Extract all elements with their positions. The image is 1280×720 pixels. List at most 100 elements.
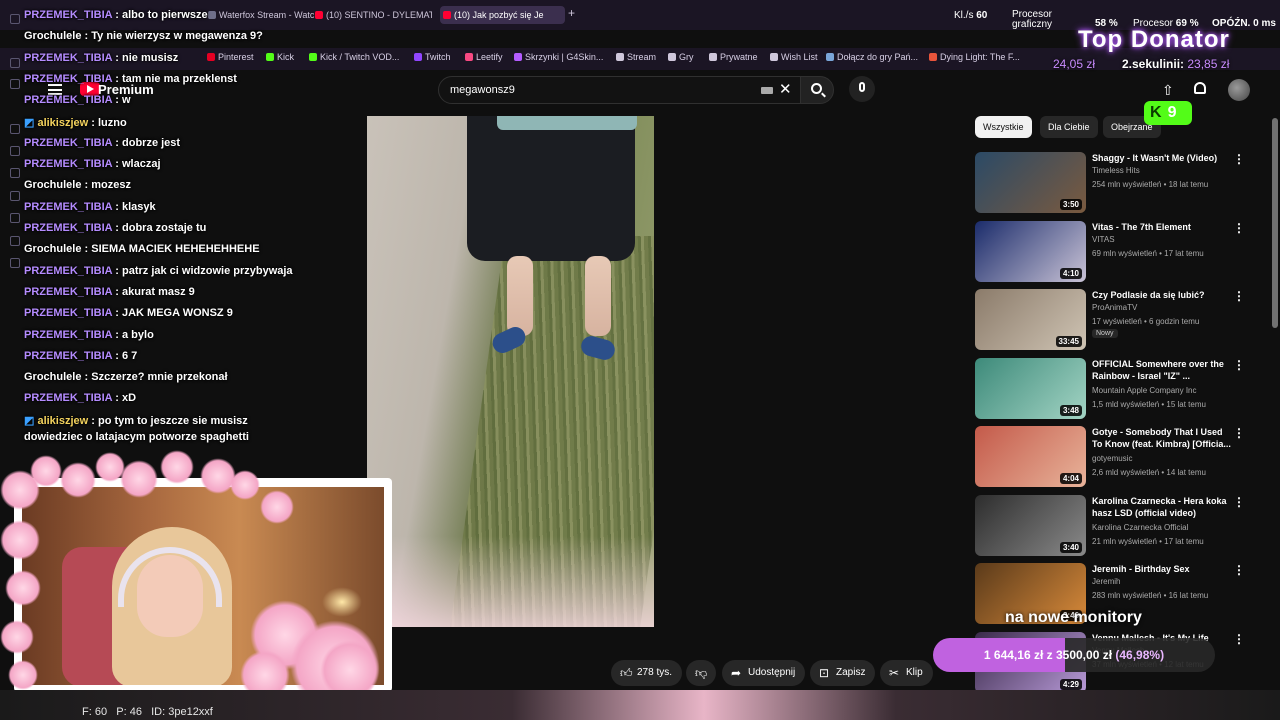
channel-name[interactable]: VITAS bbox=[1092, 235, 1115, 244]
upload-icon[interactable]: ⇧ bbox=[1162, 82, 1174, 99]
save-button[interactable]: ⊡ Zapisz bbox=[810, 660, 876, 686]
recommended-video[interactable]: 3:48 OFFICIAL Somewhere over the Rainbow … bbox=[975, 357, 1255, 420]
channel-name[interactable]: Timeless Hits bbox=[1092, 166, 1140, 175]
dislike-button[interactable]: 👎︎ bbox=[686, 660, 716, 686]
more-options-icon[interactable]: ⋮ bbox=[1233, 358, 1245, 372]
video-title[interactable]: OFFICIAL Somewhere over the Rainbow - Is… bbox=[1092, 358, 1232, 382]
save-label: Zapisz bbox=[836, 667, 866, 678]
more-options-icon[interactable]: ⋮ bbox=[1233, 563, 1245, 577]
more-options-icon[interactable]: ⋮ bbox=[1233, 632, 1245, 646]
channel-name[interactable]: Mountain Apple Company Inc bbox=[1092, 386, 1197, 395]
share-icon: ➦ bbox=[731, 666, 742, 680]
chip-all[interactable]: Wszystkie bbox=[975, 116, 1032, 138]
bookmark-item[interactable]: Dying Light: The F... bbox=[929, 52, 1020, 62]
bookmark-item[interactable]: Dołącz do gry Pań... bbox=[826, 52, 918, 62]
chip-for-you[interactable]: Dla Ciebie bbox=[1040, 116, 1098, 138]
chat-text: albo to pierwsze bbox=[122, 9, 208, 21]
sidebar-icon[interactable] bbox=[10, 191, 20, 201]
video-thumbnail[interactable]: 4:04 bbox=[975, 426, 1086, 487]
channel-name[interactable]: gotyemusic bbox=[1092, 454, 1132, 463]
channel-name[interactable]: ProAnimaTV bbox=[1092, 303, 1137, 312]
browser-tab[interactable]: (10) SENTINO - DYLEMAT bbox=[312, 6, 432, 24]
chat-text: tam nie ma przeklenst bbox=[122, 72, 237, 85]
more-options-icon[interactable]: ⋮ bbox=[1233, 289, 1245, 303]
sidebar-icon[interactable] bbox=[10, 79, 20, 89]
clear-icon[interactable]: ✕ bbox=[779, 80, 792, 98]
video-player[interactable] bbox=[367, 116, 654, 627]
bookmark-item[interactable]: Kick bbox=[266, 52, 294, 62]
chat-username: Grochulele bbox=[24, 371, 82, 384]
recommended-video[interactable]: 3:50 Shaggy - It Wasn't Me (Video) Timeles… bbox=[975, 152, 1255, 214]
sidebar-icon[interactable] bbox=[10, 236, 20, 246]
chat-text: dobra zostaje tu bbox=[122, 222, 207, 234]
video-thumbnail[interactable]: 3:40 bbox=[975, 494, 1086, 556]
search-icon bbox=[811, 83, 822, 94]
chat-username: alikiszjew bbox=[37, 414, 89, 427]
cherry-blossom-decoration bbox=[60, 462, 96, 498]
browser-tab[interactable]: (10) Jak pozbyć się Je bbox=[440, 6, 565, 24]
bookmark-item[interactable]: Skrzynki | G4Skin... bbox=[514, 52, 603, 62]
video-duration: 33:45 bbox=[1055, 336, 1082, 347]
bookmark-item[interactable]: Kick / Twitch VOD... bbox=[309, 52, 399, 62]
chat-text: Ty nie wierzysz w megawenza 9? bbox=[91, 30, 263, 43]
bookmark-icon bbox=[309, 53, 317, 61]
browser-tab[interactable]: Waterfox Stream - Watch bbox=[205, 6, 315, 24]
video-thumbnail[interactable]: 3:50 bbox=[975, 152, 1086, 213]
more-options-icon[interactable]: ⋮ bbox=[1233, 495, 1245, 509]
video-thumbnail[interactable]: 4:10 bbox=[975, 220, 1086, 282]
more-options-icon[interactable]: ⋮ bbox=[1233, 426, 1245, 440]
video-title[interactable]: Vitas - The 7th Element bbox=[1092, 221, 1232, 233]
video-title[interactable]: Shaggy - It Wasn't Me (Video) bbox=[1092, 152, 1232, 164]
clip-button[interactable]: ✂ Klip bbox=[880, 660, 933, 686]
sidebar-icon[interactable] bbox=[10, 124, 20, 134]
channel-name[interactable]: Karolina Czarnecka Official bbox=[1092, 523, 1188, 532]
video-title[interactable]: Czy Podlasie da się lubić? bbox=[1092, 289, 1232, 301]
search-input[interactable]: megawonsz9 ✕ bbox=[438, 76, 801, 104]
recommended-video[interactable]: 4:10 Vitas - The 7th Element VITAS 69 mln w… bbox=[975, 220, 1255, 283]
scrollbar[interactable] bbox=[1272, 118, 1278, 328]
avatar[interactable] bbox=[1228, 79, 1250, 101]
chat-username: PRZEMEK_TIBIA bbox=[24, 136, 113, 149]
search-button[interactable] bbox=[800, 76, 834, 104]
recommended-video[interactable]: 3:40 Karolina Czarnecka - Hera koka hasz … bbox=[975, 494, 1255, 557]
more-options-icon[interactable]: ⋮ bbox=[1233, 221, 1245, 235]
voice-search-button[interactable] bbox=[849, 76, 875, 102]
video-thumbnail[interactable]: 33:45 bbox=[975, 289, 1086, 350]
chat-username: PRZEMEK_TIBIA bbox=[24, 200, 113, 213]
like-count: 278 tys. bbox=[637, 667, 673, 678]
bookmark-item[interactable]: Wish List bbox=[770, 52, 818, 62]
chat-message: PRZEMEK_TIBIA : 6 7 bbox=[24, 349, 138, 362]
sidebar-icon[interactable] bbox=[10, 14, 20, 24]
bookmark-item[interactable]: Twitch bbox=[414, 52, 451, 62]
like-button[interactable]: 👍︎ 278 tys. bbox=[611, 660, 683, 686]
bookmark-item[interactable]: Pinterest bbox=[207, 52, 254, 62]
chat-username: PRZEMEK_TIBIA bbox=[24, 9, 113, 21]
recommended-video[interactable]: 33:45 Czy Podlasie da się lubić? ProAnimaT… bbox=[975, 289, 1255, 351]
sidebar-icon[interactable] bbox=[10, 213, 20, 223]
bookmark-item[interactable]: Stream bbox=[616, 52, 656, 62]
bookmark-item[interactable]: Prywatne bbox=[709, 52, 758, 62]
sidebar-icon[interactable] bbox=[10, 258, 20, 268]
chat-message: PRZEMEK_TIBIA : dobra zostaje tu bbox=[24, 222, 207, 234]
video-title[interactable]: Gotye - Somebody That I Used To Know (fe… bbox=[1092, 426, 1232, 450]
share-button[interactable]: ➦ Udostępnij bbox=[722, 660, 806, 686]
sidebar-icon[interactable] bbox=[10, 146, 20, 156]
keyboard-icon[interactable] bbox=[761, 87, 773, 94]
bookmark-item[interactable]: Leetify bbox=[465, 52, 503, 62]
top-donator-title: Top Donator bbox=[1078, 26, 1230, 53]
recommended-video[interactable]: 4:04 Gotye - Somebody That I Used To Know… bbox=[975, 426, 1255, 488]
video-title[interactable]: Karolina Czarnecka - Hera koka hasz LSD … bbox=[1092, 495, 1232, 519]
video-meta: 2,6 mld wyświetleń • 14 lat temu bbox=[1092, 468, 1206, 477]
bookmark-item[interactable]: Gry bbox=[668, 52, 694, 62]
bookmark-label: Twitch bbox=[425, 52, 451, 62]
cherry-blossom-decoration bbox=[30, 455, 62, 487]
video-thumbnail[interactable]: 3:48 bbox=[975, 357, 1086, 419]
cherry-blossom-decoration bbox=[230, 470, 260, 500]
sidebar-icon[interactable] bbox=[10, 168, 20, 178]
sidebar-icon[interactable] bbox=[10, 58, 20, 68]
video-title[interactable]: Jeremih - Birthday Sex bbox=[1092, 563, 1232, 575]
notifications-icon[interactable] bbox=[1194, 82, 1206, 94]
new-tab-button[interactable]: + bbox=[568, 6, 575, 20]
channel-name[interactable]: Jeremih bbox=[1092, 577, 1120, 586]
more-options-icon[interactable]: ⋮ bbox=[1233, 152, 1245, 166]
